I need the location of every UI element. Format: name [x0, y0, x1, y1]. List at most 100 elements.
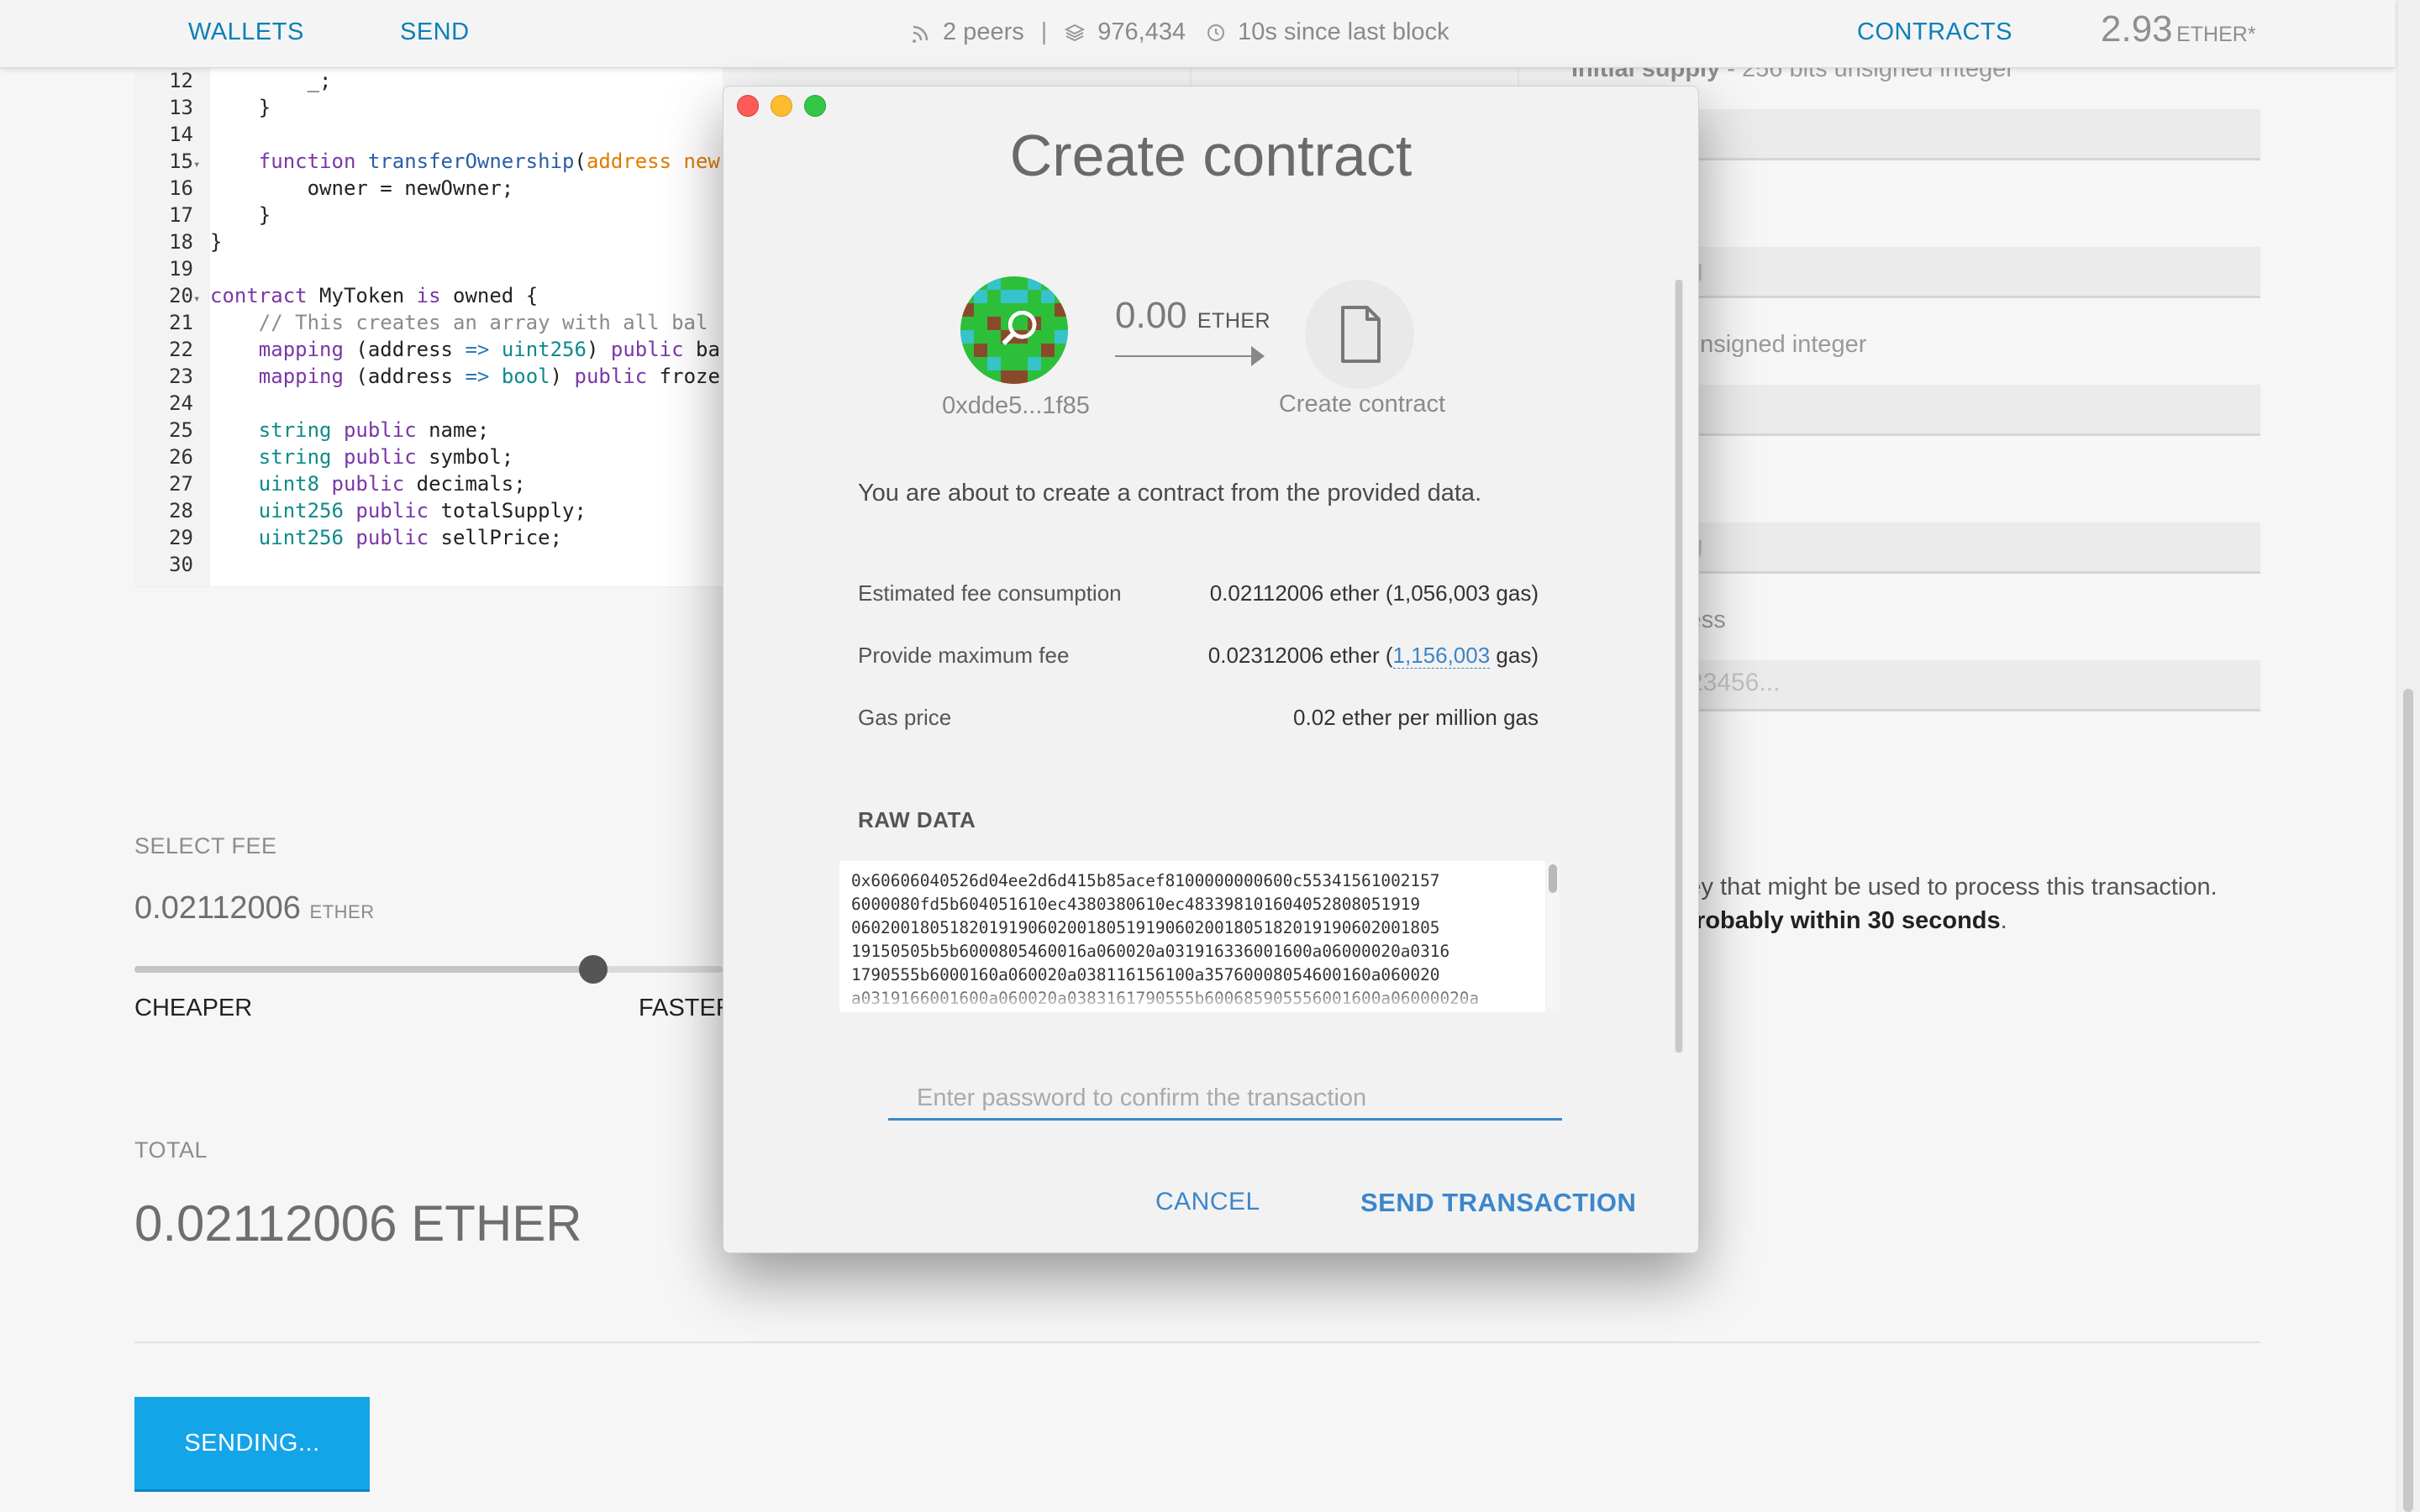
contract-document-icon	[1305, 280, 1414, 389]
code-text: string public symbol;	[258, 445, 514, 469]
code-line[interactable]: 14	[134, 121, 210, 148]
from-address: 0xdde5...1f85	[942, 392, 1090, 419]
network-status: 2 peers | 976,434 10s since last block	[911, 18, 1449, 46]
top-bar: WALLETS SEND 2 peers | 976,434 10s since…	[0, 0, 2395, 68]
sending-button[interactable]: SENDING...	[134, 1397, 370, 1489]
code-line[interactable]: 17 }	[134, 202, 271, 228]
section-divider	[134, 1341, 2260, 1343]
clock-icon	[1206, 18, 1226, 46]
code-line[interactable]: 21 // This creates an array with all bal	[134, 309, 708, 336]
note-line1: noney that might be used to process this…	[1647, 874, 2217, 900]
cancel-button[interactable]: CANCEL	[1150, 1187, 1265, 1217]
fee-slider-knob[interactable]	[579, 955, 608, 984]
code-text: mapping (address => uint256) public ba	[258, 338, 720, 361]
page-scrollbar-thumb[interactable]	[2403, 689, 2413, 1512]
line-number: 30	[169, 553, 193, 576]
estimated-fee-label: Estimated fee consumption	[858, 580, 1122, 606]
nav-wallets[interactable]: WALLETS	[188, 18, 304, 46]
amount-unit: ETHER	[1197, 309, 1271, 333]
raw-data-line: 19150505b5b6000805460016a060020a03191633…	[851, 942, 1450, 961]
code-text: uint8 public decimals;	[258, 472, 526, 496]
estimated-fee-value: 0.02112006 ether (1,056,003 gas)	[1209, 580, 1539, 606]
note-line2-bold: probably within 30 seconds	[1681, 907, 2001, 934]
peers-count: 2 peers	[943, 18, 1024, 45]
line-number: 12	[169, 69, 193, 92]
code-text: mapping (address => bool) public froze	[258, 365, 720, 388]
code-line[interactable]: 23 mapping (address => bool) public froz…	[134, 363, 720, 390]
max-fee-suffix: gas)	[1490, 643, 1539, 668]
code-line[interactable]: 16 owner = newOwner;	[134, 175, 513, 202]
total-amount: 0.02112006 ETHER	[134, 1195, 582, 1252]
nav-contracts[interactable]: CONTRACTS	[1857, 18, 2012, 46]
line-number: 25	[169, 418, 193, 442]
max-fee-value: 0.02312006 ether (1,156,003 gas)	[1208, 643, 1539, 669]
max-fee-label: Provide maximum fee	[858, 643, 1070, 668]
transfer-amount: 0.00 ETHER	[1115, 295, 1270, 337]
solidity-code-editor[interactable]: 11 require(msg.sender == owner);12 _;13 …	[134, 52, 723, 587]
code-text: // This creates an array with all bal	[210, 311, 708, 334]
code-text: function transferOwnership(address new	[258, 150, 720, 173]
account-identicon	[960, 276, 1068, 384]
raw-data-line: 1790555b6000160a060020a038116156100a3576…	[851, 965, 1440, 984]
transfer-arrow-icon	[1115, 355, 1256, 357]
arrow-head-icon	[1251, 346, 1265, 366]
nav-send[interactable]: SEND	[400, 18, 470, 46]
line-number: 19	[169, 257, 193, 281]
window-minimize-button[interactable]	[771, 95, 792, 117]
field-placeholder: 23456...	[1689, 669, 1781, 696]
code-line[interactable]: 22 mapping (address => uint256) public b…	[134, 336, 720, 363]
raw-data-scrollbar-thumb[interactable]	[1549, 864, 1557, 893]
peers-icon	[911, 18, 931, 46]
code-line[interactable]: 26 string public symbol;	[134, 444, 513, 470]
code-line[interactable]: 19	[134, 255, 210, 282]
faster-label: FASTER	[639, 995, 734, 1021]
line-number: 28	[169, 499, 193, 522]
amount-value: 0.00	[1115, 295, 1187, 336]
window-maximize-button[interactable]	[804, 95, 826, 117]
send-transaction-button[interactable]: SEND TRANSACTION	[1355, 1187, 1641, 1219]
note-line2-suffix: .	[2000, 907, 2007, 934]
code-line[interactable]: 12 _;	[134, 67, 332, 94]
code-text: }	[210, 96, 271, 119]
line-number: 23	[169, 365, 193, 388]
code-line[interactable]: 25 string public name;	[134, 417, 489, 444]
line-number: 24	[169, 391, 193, 415]
code-line[interactable]: 18}	[134, 228, 222, 255]
code-text: owner = newOwner;	[210, 176, 514, 200]
code-line[interactable]: 29 uint256 public sellPrice;	[134, 524, 562, 551]
line-number: 14	[169, 123, 193, 146]
block-number: 976,434	[1097, 18, 1186, 45]
max-fee-gas-link[interactable]: 1,156,003	[1392, 643, 1491, 669]
cheaper-label: CHEAPER	[134, 995, 253, 1021]
total-label: TOTAL	[134, 1137, 208, 1163]
code-line[interactable]: 28 uint256 public totalSupply;	[134, 497, 587, 524]
fee-unit: ETHER	[309, 901, 375, 922]
code-line[interactable]: 15▾ function transferOwnership(address n…	[134, 148, 720, 175]
line-number: 20	[169, 284, 193, 307]
dialog-scrollbar-thumb[interactable]	[1676, 280, 1682, 1053]
fee-explanation: noney that might be used to process this…	[1647, 870, 2286, 937]
code-text: _;	[210, 69, 332, 92]
raw-data-line: 6000080fd5b604051610ec4380380610ec483398…	[851, 895, 1421, 914]
line-number: 29	[169, 526, 193, 549]
fee-value: 0.02112006	[134, 890, 301, 926]
line-number: 21	[169, 311, 193, 334]
code-text: }	[210, 203, 271, 227]
balance-unit: ETHER*	[2176, 23, 2256, 46]
status-separator: |	[1040, 18, 1048, 45]
create-contract-dialog: Create contract 0xdde5...1f85 0.00 ETHER	[723, 86, 1699, 1253]
code-line[interactable]: 30	[134, 551, 210, 578]
code-line[interactable]: 20▾ contract MyToken is owned {	[134, 282, 538, 309]
code-text: uint256 public totalSupply;	[258, 499, 587, 522]
code-line[interactable]: 13 }	[134, 94, 271, 121]
code-text: }	[210, 230, 223, 254]
code-line[interactable]: 27 uint8 public decimals;	[134, 470, 526, 497]
window-close-button[interactable]	[737, 95, 759, 117]
password-input[interactable]	[888, 1078, 1562, 1121]
blocks-icon	[1064, 18, 1086, 46]
code-line[interactable]: 24	[134, 390, 210, 417]
line-number: 18	[169, 230, 193, 254]
gas-price-value: 0.02 ether per million gas	[1293, 705, 1539, 730]
line-number: 17	[169, 203, 193, 227]
to-label: Create contract	[1278, 391, 1446, 417]
